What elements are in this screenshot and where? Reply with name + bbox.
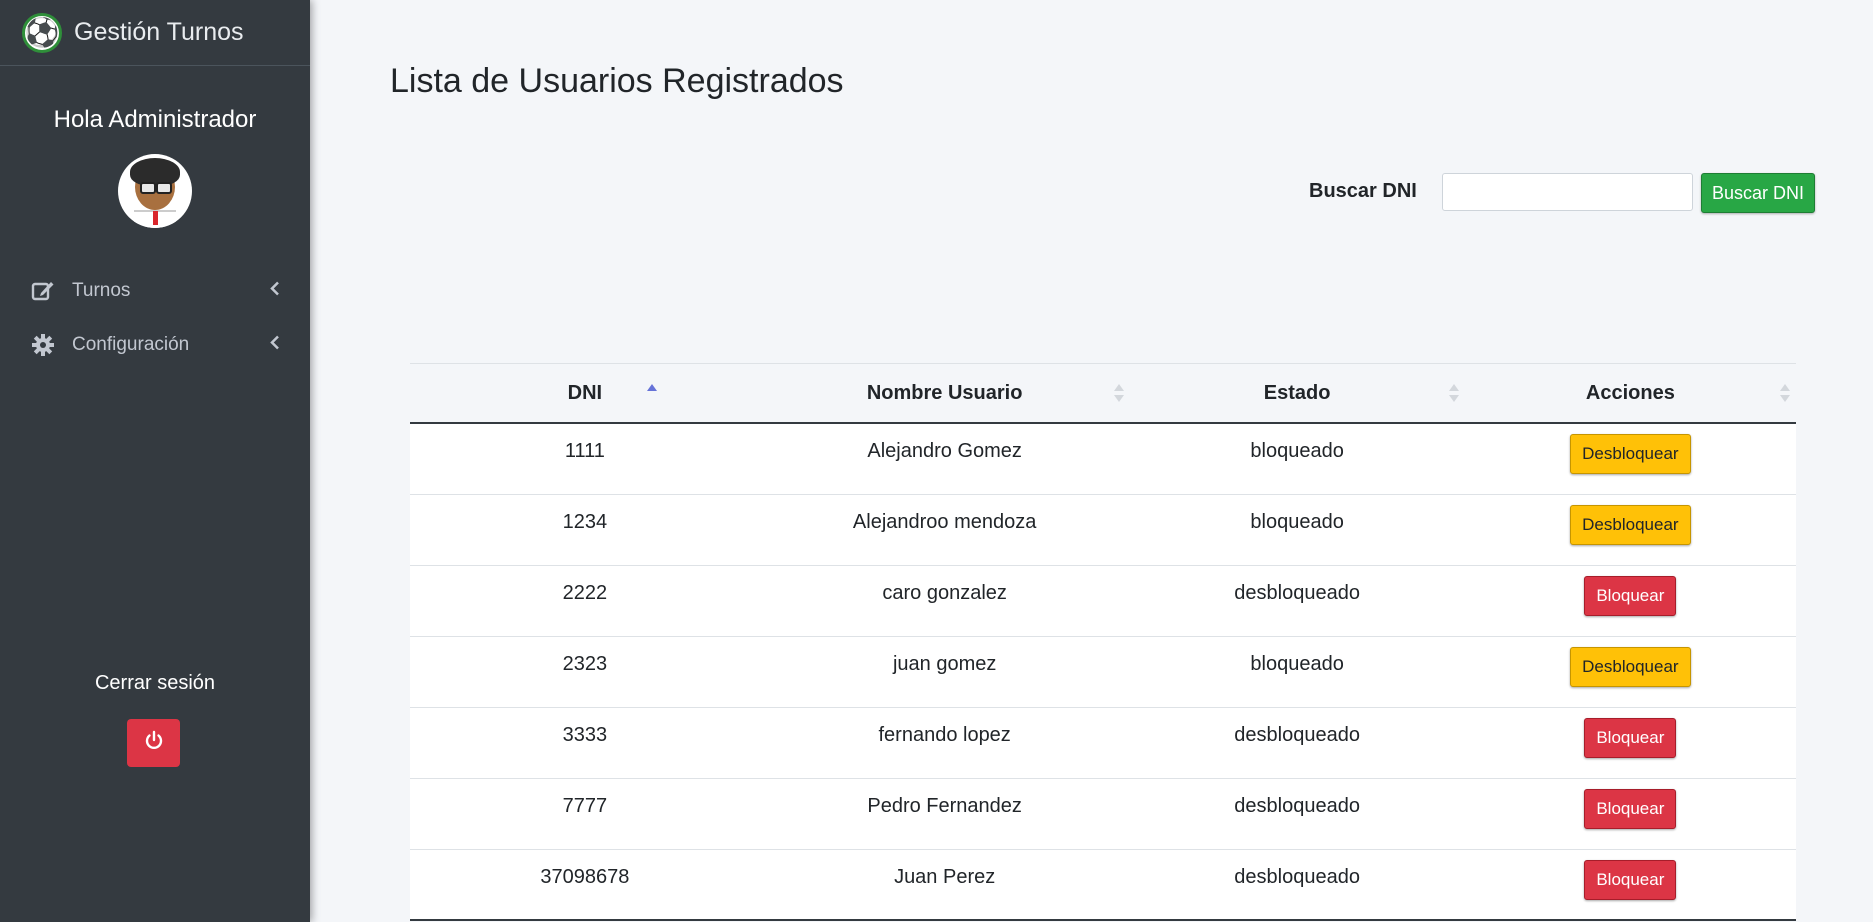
edit-icon [30,278,56,304]
column-header-estado[interactable]: Estado [1129,363,1465,424]
table-header-row: DNI Nombre Usuario Estado Acciones [410,363,1796,424]
gear-icon [30,332,56,358]
table-row: 3333 fernando lopez desbloqueado Bloquea… [410,706,1796,778]
cell-dni: 3333 [410,706,760,778]
chevron-left-icon [270,335,280,355]
cell-acciones: Desbloquear [1464,422,1796,494]
avatar [118,154,192,228]
cell-estado: bloqueado [1129,493,1465,565]
sort-ascending-icon [647,384,657,402]
unblock-button[interactable]: Desbloquear [1570,434,1691,474]
column-header-nombre[interactable]: Nombre Usuario [759,363,1130,424]
main-content: Lista de Usuarios Registrados Buscar DNI… [310,0,1873,922]
table-row: 7777 Pedro Fernandez desbloqueado Bloque… [410,777,1796,849]
user-greeting: Hola Administrador [53,106,257,133]
page-title: Lista de Usuarios Registrados [390,62,844,100]
users-table: DNI Nombre Usuario Estado Acciones 1111 … [410,363,1796,921]
block-button[interactable]: Bloquear [1584,859,1677,900]
sidebar: ⚽ Gestión Turnos Hola Administrador Turn… [0,0,310,922]
sidebar-item-label: Turnos [72,280,131,301]
sidebar-item-configuracion[interactable]: Configuración [0,318,310,372]
cell-dni: 1111 [410,422,760,494]
block-button[interactable]: Bloquear [1584,575,1677,616]
table-row: 37098678 Juan Perez desbloqueado Bloquea… [410,848,1796,921]
column-header-dni[interactable]: DNI [410,363,760,424]
cell-acciones: Desbloquear [1464,493,1796,565]
cell-nombre: Alejandro Gomez [759,422,1130,494]
cell-acciones: Bloquear [1464,706,1796,778]
brand-title: Gestión Turnos [74,18,244,46]
cell-nombre: Juan Perez [759,848,1130,921]
logout-button[interactable] [127,719,180,767]
power-icon [143,730,165,757]
cell-estado: bloqueado [1129,422,1465,494]
sort-icon [1113,384,1124,402]
cell-dni: 37098678 [410,848,760,921]
cell-dni: 1234 [410,493,760,565]
cell-nombre: Alejandroo mendoza [759,493,1130,565]
cell-estado: desbloqueado [1129,706,1465,778]
block-button[interactable]: Bloquear [1584,717,1677,758]
table-row: 2222 caro gonzalez desbloqueado Bloquear [410,564,1796,636]
column-header-acciones[interactable]: Acciones [1464,363,1796,424]
cell-dni: 2222 [410,564,760,636]
search-dni-input[interactable] [1442,173,1693,211]
cell-nombre: fernando lopez [759,706,1130,778]
cell-acciones: Desbloquear [1464,635,1796,707]
cell-nombre: caro gonzalez [759,564,1130,636]
cell-acciones: Bloquear [1464,564,1796,636]
cell-estado: desbloqueado [1129,564,1465,636]
sidebar-nav: Turnos Configuración [0,264,310,372]
unblock-button[interactable]: Desbloquear [1570,504,1691,545]
search-label: Buscar DNI [1309,180,1417,202]
cell-acciones: Bloquear [1464,848,1796,921]
table-row: 2323 juan gomez bloqueado Desbloquear [410,635,1796,707]
sort-icon [1780,384,1790,402]
sidebar-item-label: Configuración [72,334,190,355]
search-dni-button[interactable]: Buscar DNI [1701,173,1815,213]
cell-estado: desbloqueado [1129,777,1465,849]
cell-acciones: Bloquear [1464,777,1796,849]
unblock-button[interactable]: Desbloquear [1570,646,1691,687]
chevron-left-icon [270,281,280,301]
table-row: 1111 Alejandro Gomez bloqueado Desbloque… [410,422,1796,494]
logout-label: Cerrar sesión [94,672,216,694]
cell-nombre: Pedro Fernandez [759,777,1130,849]
cell-dni: 7777 [410,777,760,849]
table-row: 1234 Alejandroo mendoza bloqueado Desblo… [410,493,1796,565]
sidebar-item-turnos[interactable]: Turnos [0,264,310,318]
cell-dni: 2323 [410,635,760,707]
soccer-ball-icon: ⚽ [22,12,62,53]
brand-link[interactable]: ⚽ Gestión Turnos [0,0,310,66]
cell-estado: desbloqueado [1129,848,1465,921]
sort-icon [1448,384,1459,402]
cell-estado: bloqueado [1129,635,1465,707]
cell-nombre: juan gomez [759,635,1130,707]
block-button[interactable]: Bloquear [1584,788,1677,829]
